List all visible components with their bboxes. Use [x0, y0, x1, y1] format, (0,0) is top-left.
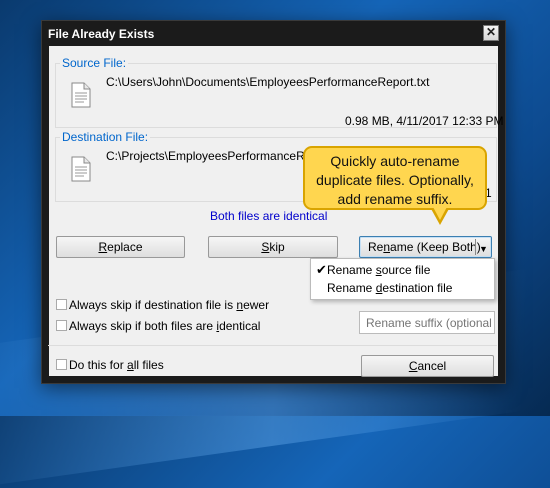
feature-callout: Quickly auto-rename duplicate files. Opt… — [303, 146, 487, 210]
dialog-title: File Already Exists — [48, 27, 155, 41]
source-file-label: Source File: — [60, 56, 129, 70]
skip-identical-label: Always skip if both files are identical — [69, 319, 261, 333]
rename-button-label: Rename (Keep Both) — [368, 240, 481, 254]
source-file-meta: 0.98 MB, 4/11/2017 12:33 PM — [345, 114, 504, 128]
checkmark-icon: ✔ — [316, 262, 327, 277]
rename-suffix-input[interactable] — [359, 311, 495, 334]
menu-item-label: Rename destination file — [327, 281, 453, 295]
document-icon — [71, 82, 91, 108]
split-separator — [475, 239, 476, 255]
callout-tail-fill — [432, 205, 448, 220]
rename-options-menu: ✔ Rename source file Rename destination … — [310, 258, 495, 300]
replace-button[interactable]: Replace — [56, 236, 185, 258]
callout-line: add rename suffix. — [337, 191, 453, 207]
callout-line: Quickly auto-rename — [330, 153, 460, 169]
skip-newer-label: Always skip if destination file is newer — [69, 298, 270, 312]
destination-file-label: Destination File: — [60, 130, 151, 144]
skip-button[interactable]: Skip — [208, 236, 338, 258]
menu-item-label: Rename source file — [327, 263, 431, 277]
dropdown-arrow-icon[interactable]: ▼ — [479, 239, 488, 259]
title-bar[interactable]: File Already Exists ✕ — [42, 21, 505, 46]
footer-divider — [48, 345, 497, 346]
skip-identical-checkbox[interactable] — [56, 320, 67, 331]
callout-line: duplicate files. Optionally, — [316, 172, 474, 188]
skip-newer-checkbox[interactable] — [56, 299, 67, 310]
menu-item-rename-source[interactable]: ✔ Rename source file — [311, 261, 494, 279]
do-for-all-label: Do this for all files — [69, 358, 164, 372]
rename-keep-both-button[interactable]: Rename (Keep Both) ▼ — [359, 236, 492, 258]
do-for-all-checkbox[interactable] — [56, 359, 67, 370]
menu-item-rename-destination[interactable]: Rename destination file — [311, 279, 494, 297]
source-file-path: C:\Users\John\Documents\EmployeesPerform… — [106, 75, 430, 89]
destination-file-path: C:\Projects\EmployeesPerformanceReport — [106, 149, 333, 163]
close-button[interactable]: ✕ — [483, 25, 499, 41]
document-icon — [71, 156, 91, 182]
identical-status: Both files are identical — [210, 209, 328, 223]
cancel-button[interactable]: Cancel — [361, 355, 494, 377]
